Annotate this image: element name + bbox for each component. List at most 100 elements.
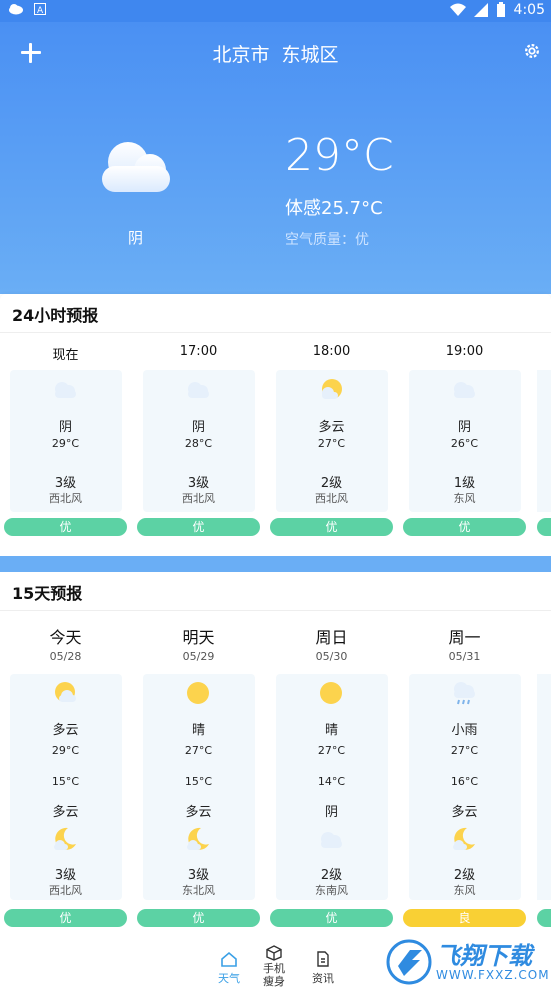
day-wind-dir: 东北风 (182, 884, 215, 897)
svg-text:A: A (37, 6, 44, 15)
day-date: 05/29 (182, 650, 215, 663)
next-hour-panel-edge (537, 370, 551, 512)
status-bar: A 4:05 (0, 0, 551, 22)
day-high: 27°C (317, 744, 346, 757)
a-box-icon: A (34, 3, 46, 15)
rain-cloud-icon (454, 682, 475, 705)
hour-wind-level: 2级 (320, 476, 343, 491)
day-condition: 多云 (52, 723, 79, 738)
section-gap (0, 556, 551, 572)
moon-cloud-icon (453, 827, 475, 850)
day-name: 周一 (448, 628, 481, 647)
day-name: 明天 (182, 628, 215, 647)
nav-news-label: 资讯 (312, 972, 334, 985)
watermark: 飞翔下载 WWW.FXXZ.COM (384, 934, 549, 990)
wifi-icon (449, 3, 466, 16)
day-date: 05/30 (315, 650, 348, 663)
hour-time: 17:00 (179, 344, 218, 359)
day-date: 05/28 (49, 650, 82, 663)
sun-cloud-icon (322, 379, 342, 399)
sun-icon (187, 682, 209, 704)
aqi-badge: 良 (403, 909, 526, 927)
hour-temp: 26°C (450, 437, 479, 450)
aqi-badge: 优 (4, 909, 127, 927)
day-wind-dir: 东南风 (315, 884, 348, 897)
gear-icon[interactable] (523, 42, 541, 60)
feels-like: 体感25.7°C (285, 198, 383, 219)
aqi-badge: 优 (137, 909, 260, 927)
hour-item[interactable]: 17:00 (137, 344, 260, 359)
hour-wind-level: 3级 (187, 476, 210, 491)
hour-time: 18:00 (312, 344, 351, 359)
sun-icon (320, 682, 342, 704)
hour-condition: 阴 (58, 420, 72, 435)
hour-condition: 阴 (457, 420, 471, 435)
hour-wind-dir: 西北风 (315, 492, 348, 505)
nav-weather-label: 天气 (218, 972, 240, 985)
day-condition: 晴 (191, 723, 205, 738)
day-name: 周日 (315, 628, 348, 647)
divider (0, 332, 551, 333)
weather-header: 北京市 东城区 阴 29°C 体感25.7°C 空气质量：优 (0, 22, 551, 294)
hour-item[interactable]: 现在 (4, 344, 127, 363)
watermark-brand: 飞翔下载 (436, 942, 532, 970)
day-high: 27°C (450, 744, 479, 757)
day-wind-dir: 西北风 (49, 884, 82, 897)
document-icon (317, 951, 329, 967)
aqi-badge: 优 (137, 518, 260, 536)
moon-cloud-icon (54, 827, 76, 850)
cloud-icon (454, 382, 475, 398)
nav-weather[interactable]: 天气 (212, 951, 246, 986)
divider (0, 610, 551, 611)
day-wind-level: 3级 (54, 868, 77, 883)
daily-forecast-card: 15天预报 今天 05/28 多云 29°C 15°C 多云 3级 西北风 优 … (0, 572, 551, 937)
next-day-panel-edge (537, 674, 551, 900)
home-icon (221, 951, 237, 967)
hour-temp: 27°C (317, 437, 346, 450)
hour-wind-dir: 西北风 (49, 492, 82, 505)
sun-cloud-icon (55, 682, 76, 702)
day-low: 15°C (184, 775, 213, 788)
cloud-icon (188, 382, 209, 398)
hour-wind-dir: 东风 (453, 492, 476, 505)
signal-icon (473, 3, 488, 17)
nav-phone-slim[interactable]: 手机 瘦身 (256, 945, 292, 988)
night-condition: 多云 (185, 805, 212, 820)
day-low: 14°C (317, 775, 346, 788)
night-condition: 阴 (324, 805, 338, 820)
hourly-forecast-card: 24小时预报 现在 阴 29°C 3级 西北风 优 17:00 阴 28°C 3… (0, 294, 551, 556)
hourly-title: 24小时预报 (12, 306, 99, 325)
day-wind-dir: 东风 (453, 884, 476, 897)
next-aqi-badge-edge (537, 518, 551, 536)
day-low: 16°C (450, 775, 479, 788)
hour-item[interactable]: 19:00 (403, 344, 526, 359)
day-date: 05/31 (448, 650, 481, 663)
night-condition: 多云 (52, 805, 79, 820)
cloud-status-icon (9, 4, 23, 15)
status-time: 4:05 (513, 2, 545, 18)
nav-phone-slim-label: 手机 瘦身 (263, 962, 285, 988)
city-title: 北京市 东城区 (212, 44, 339, 66)
current-temperature: 29°C (285, 130, 394, 181)
battery-icon (496, 2, 505, 17)
cloud-icon (102, 142, 170, 192)
watermark-url: WWW.FXXZ.COM (436, 968, 550, 982)
hour-item[interactable]: 18:00 (270, 344, 393, 359)
hour-temp: 28°C (184, 437, 213, 450)
day-condition: 小雨 (451, 723, 478, 738)
next-aqi-badge-edge (537, 909, 551, 927)
cloud-icon (321, 832, 342, 848)
hour-wind-level: 3级 (54, 476, 77, 491)
aqi-badge: 优 (270, 909, 393, 927)
current-condition: 阴 (128, 229, 144, 247)
day-wind-level: 2级 (453, 868, 476, 883)
hour-wind-level: 1级 (453, 476, 476, 491)
aqi-badge: 优 (403, 518, 526, 536)
aqi-badge: 优 (270, 518, 393, 536)
day-name: 今天 (49, 628, 82, 647)
cloud-icon (55, 382, 76, 398)
day-condition: 晴 (324, 723, 338, 738)
day-low: 15°C (51, 775, 80, 788)
hour-condition: 阴 (191, 420, 205, 435)
nav-news[interactable]: 资讯 (306, 951, 340, 986)
